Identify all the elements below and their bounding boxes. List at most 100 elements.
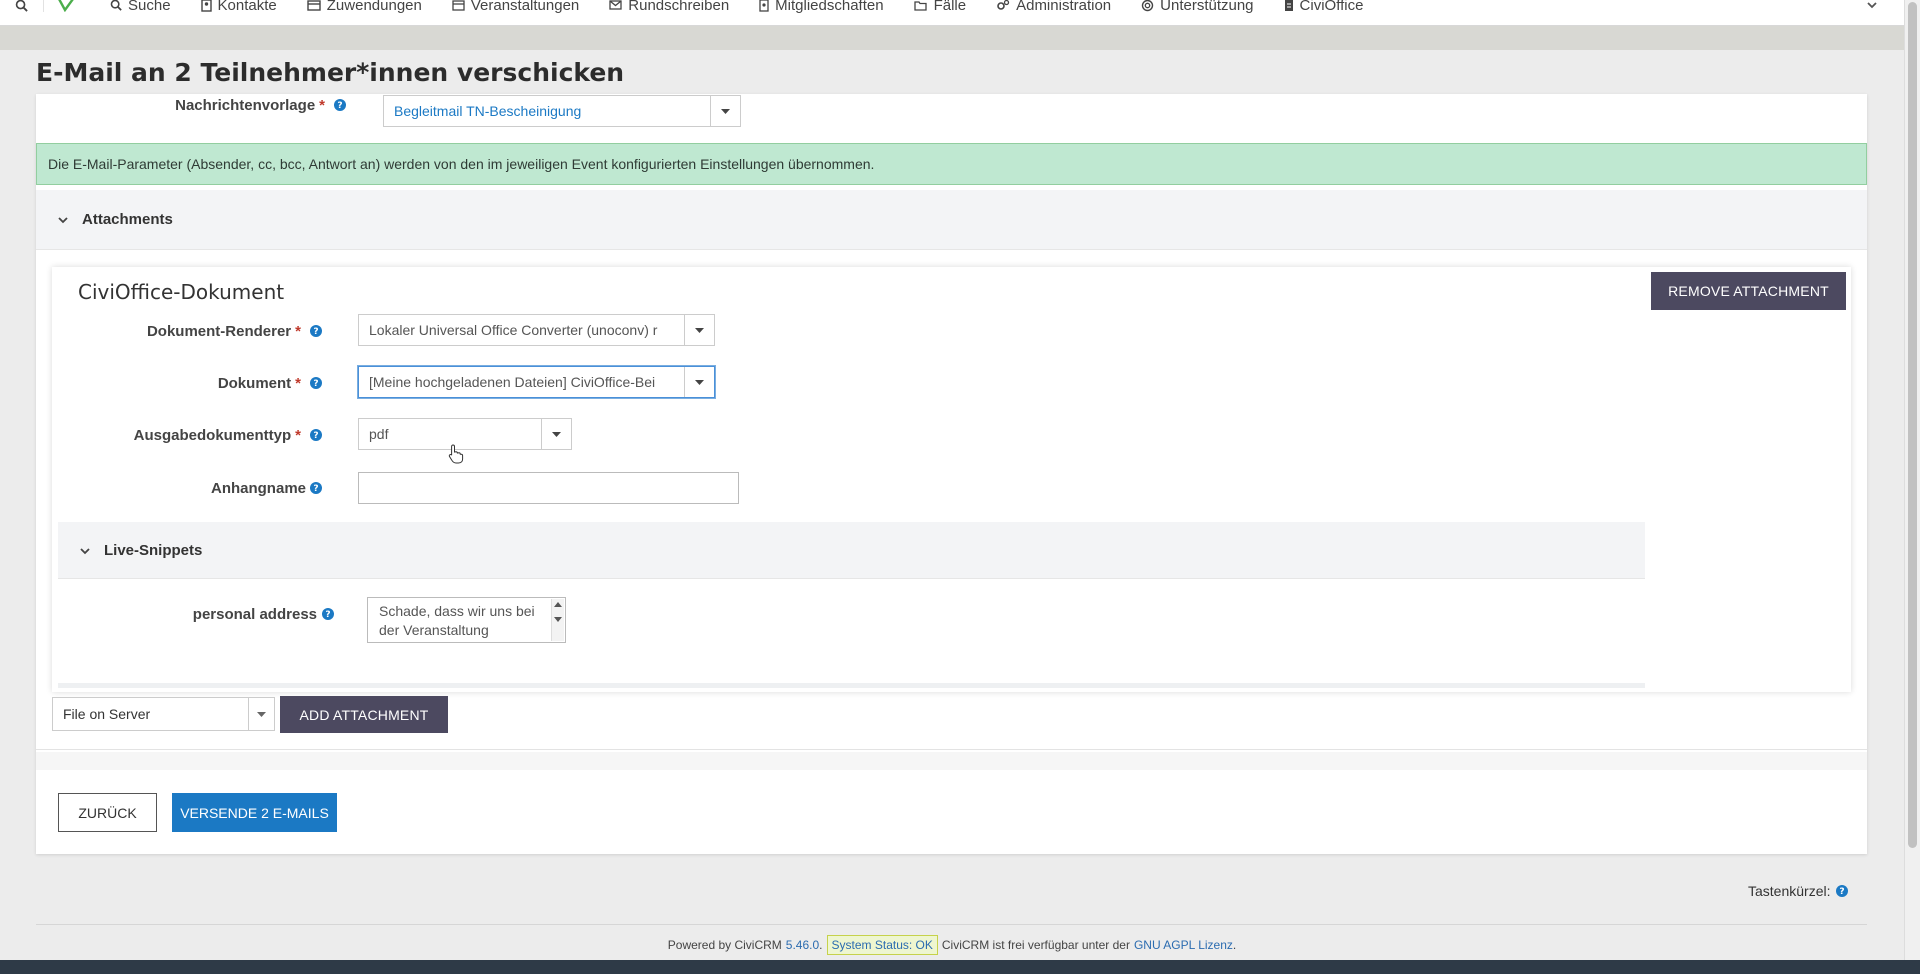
page-scrollbar[interactable] <box>1904 0 1920 960</box>
template-label-text: Nachrichtenvorlage <box>175 96 316 114</box>
svg-text:?: ? <box>313 379 318 389</box>
nav-label: Fälle <box>933 0 967 14</box>
dropdown-arrow-icon <box>541 419 571 449</box>
textarea-scrollbar[interactable] <box>551 599 564 641</box>
question-circle-icon: ? <box>310 429 322 441</box>
version-link[interactable]: 5.46.0 <box>786 938 819 952</box>
document-select[interactable]: [Meine hochgeladenen Dateien] CiviOffice… <box>358 366 715 398</box>
output-type-label-text: Ausgabedokumenttyp <box>133 426 292 444</box>
nav-label: Administration <box>1016 0 1112 14</box>
attachments-section-toggle[interactable]: Attachments <box>36 190 1867 250</box>
nav-item-unterstuetzung[interactable]: Unterstützung <box>1141 0 1254 14</box>
footer: Powered by CiviCRM 5.46.0. System Status… <box>0 935 1904 955</box>
nav-label: Veranstaltungen <box>470 0 580 14</box>
chevron-down-icon <box>80 542 90 559</box>
document-icon <box>1284 0 1293 11</box>
header-band <box>0 26 1904 50</box>
template-select[interactable]: Begleitmail TN-Bescheinigung <box>383 95 741 127</box>
attachment-name-label-text: Anhangname <box>210 479 306 497</box>
attachment-type-select[interactable]: File on Server <box>52 697 275 731</box>
civicrm-logo[interactable] <box>44 0 88 12</box>
document-select-value: [Meine hochgeladenen Dateien] CiviOffice… <box>369 374 656 390</box>
keyboard-shortcuts[interactable]: Tastenkürzel: ? <box>1748 883 1849 899</box>
folder-open-icon <box>913 0 927 11</box>
envelope-icon <box>609 0 622 10</box>
document-label: Dokument * ? <box>218 375 322 392</box>
nav-item-zuwendungen[interactable]: Zuwendungen <box>307 0 422 14</box>
send-emails-button[interactable]: VERSENDE 2 E-MAILS <box>172 793 337 832</box>
search-icon <box>110 0 122 11</box>
output-type-select-value: pdf <box>369 426 389 442</box>
question-circle-icon: ? <box>310 482 322 494</box>
output-type-row: Ausgabedokumenttyp * ? <box>52 425 322 445</box>
help-icon[interactable]: ? <box>322 608 334 620</box>
live-snippets-title: Live-Snippets <box>104 541 203 559</box>
renderer-select[interactable]: Lokaler Universal Office Converter (unoc… <box>358 314 715 346</box>
svg-text:?: ? <box>313 431 318 441</box>
system-status-badge[interactable]: System Status: OK <box>826 935 938 955</box>
required-asterisk: * <box>295 322 301 340</box>
shortcuts-label: Tastenkürzel: <box>1748 883 1831 899</box>
scroll-down-icon <box>554 617 562 622</box>
personal-address-text: Schade, dass wir uns bei der Veranstaltu… <box>379 603 535 638</box>
svg-text:?: ? <box>1840 887 1845 897</box>
help-icon[interactable]: ? <box>310 429 322 441</box>
live-snippets-section-toggle[interactable]: Live-Snippets <box>58 522 1645 579</box>
personal-address-row: personal address ? <box>52 604 334 624</box>
nav-item-faelle[interactable]: Fälle <box>913 0 967 14</box>
top-navigation-bar: Suche Kontakte Zuwendungen Veranstaltung… <box>0 0 1904 26</box>
personal-address-textarea[interactable]: Schade, dass wir uns bei der Veranstaltu… <box>367 597 566 643</box>
template-row: Nachrichtenvorlage * ? <box>36 95 346 115</box>
renderer-row: Dokument-Renderer * ? <box>52 321 322 341</box>
help-icon[interactable]: ? <box>1836 885 1849 897</box>
output-type-select[interactable]: pdf <box>358 418 572 450</box>
search-icon <box>15 0 28 12</box>
footer-divider <box>36 924 1867 925</box>
version-period: . <box>819 938 823 952</box>
scrollbar-thumb[interactable] <box>1908 2 1917 848</box>
svg-text:?: ? <box>313 327 318 337</box>
menu-collapse-button[interactable] <box>1866 0 1878 14</box>
section-divider <box>36 749 1867 750</box>
chevron-down-icon <box>1867 2 1877 9</box>
nav-item-mitgliedschaften[interactable]: Mitgliedschaften <box>759 0 884 14</box>
dropdown-arrow-icon <box>684 315 714 345</box>
help-icon[interactable]: ? <box>334 99 346 111</box>
help-icon[interactable]: ? <box>310 325 322 337</box>
civioffice-title: CiviOffice-Dokument <box>78 280 285 304</box>
back-button[interactable]: ZURÜCK <box>58 793 157 832</box>
dropdown-arrow-icon <box>248 698 274 730</box>
personal-address-label-text: personal address <box>192 605 317 623</box>
nav-label: Unterstützung <box>1160 0 1254 14</box>
credit-card-icon <box>307 0 321 11</box>
powered-by-text: Powered by CiviCRM <box>667 938 782 952</box>
renderer-label-text: Dokument-Renderer <box>146 322 292 340</box>
document-row: Dokument * ? <box>52 373 322 393</box>
gears-icon <box>997 0 1010 10</box>
add-attachment-button[interactable]: ADD ATTACHMENT <box>280 696 448 733</box>
nav-item-rundschreiben[interactable]: Rundschreiben <box>609 0 729 14</box>
help-icon[interactable]: ? <box>310 377 322 389</box>
nav-label: CiviOffice <box>1299 0 1364 14</box>
contact-card-icon <box>200 0 212 12</box>
nav-item-suche[interactable]: Suche <box>110 0 171 14</box>
quick-search-button[interactable] <box>0 0 44 12</box>
license-link[interactable]: GNU AGPL Lizenz <box>1134 938 1233 952</box>
nav-label: Mitgliedschaften <box>775 0 884 14</box>
remove-attachment-button[interactable]: REMOVE ATTACHMENT <box>1651 272 1846 310</box>
required-asterisk: * <box>295 374 301 392</box>
nav-label: Suche <box>128 0 171 14</box>
output-type-label: Ausgabedokumenttyp * ? <box>134 427 322 444</box>
question-circle-icon: ? <box>310 377 322 389</box>
nav-item-veranstaltungen[interactable]: Veranstaltungen <box>452 0 579 14</box>
nav-item-kontakte[interactable]: Kontakte <box>200 0 277 14</box>
required-asterisk: * <box>319 96 325 114</box>
attachment-name-input[interactable] <box>358 472 739 504</box>
help-icon[interactable]: ? <box>310 482 322 494</box>
nav-item-administration[interactable]: Administration <box>996 0 1111 14</box>
lifebuoy-icon <box>1141 0 1154 11</box>
section-divider-band <box>36 752 1867 770</box>
question-circle-icon: ? <box>1836 885 1849 897</box>
nav-item-civioffice[interactable]: CiviOffice <box>1284 0 1364 14</box>
svg-text:?: ? <box>325 610 330 620</box>
